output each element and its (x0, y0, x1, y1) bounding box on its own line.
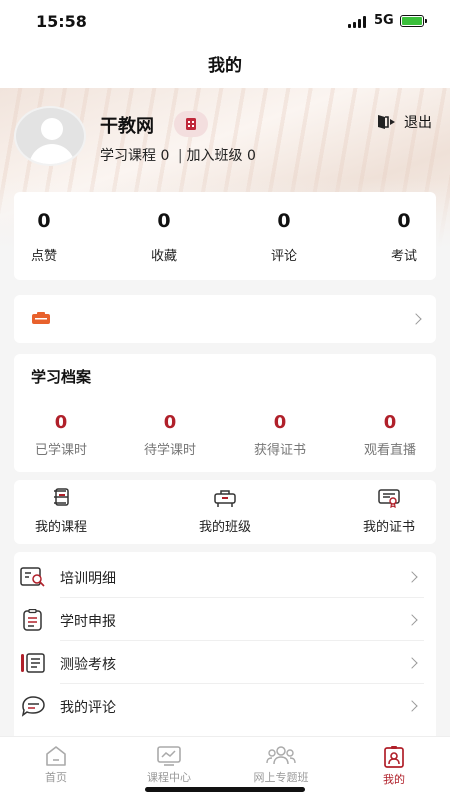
classes-count: 0 (247, 148, 256, 164)
user-summary: 学习课程 0 | 加入班级 0 (100, 148, 256, 164)
battery-icon (400, 15, 427, 27)
chevron-right-icon (406, 657, 418, 669)
stats-card: 0 点赞 0 收藏 0 评论 0 考试 (14, 192, 436, 280)
menu-item-quiz[interactable]: 测验考核 (14, 641, 436, 684)
archive-label: 待学课时 (143, 443, 196, 458)
stat-value: 0 (277, 210, 291, 232)
chevron-right-icon (406, 614, 418, 626)
stat-likes[interactable]: 0 点赞 (14, 192, 114, 280)
network-type: 5G (374, 13, 394, 28)
nav-bar: 我的 (0, 44, 450, 88)
archive-value: 0 (273, 412, 287, 433)
hours-report-icon (23, 609, 42, 631)
page-title: 我的 (208, 56, 242, 76)
tab-mine[interactable]: 我的 (349, 745, 439, 787)
courses-count: 0 (160, 148, 170, 164)
certificate-icon (378, 489, 400, 508)
menu-item-label: 培训明细 (60, 571, 116, 587)
quick-link-my-class[interactable]: 我的班级 (185, 488, 265, 535)
learning-archive-card: 学习档案 0 已学课时 0 待学课时 0 获得证书 0 观看直播 (14, 354, 436, 472)
quick-link-label: 我的证书 (362, 520, 415, 535)
course-icon (54, 488, 69, 506)
logout-label: 退出 (404, 115, 432, 131)
status-time: 15:58 (36, 12, 87, 31)
quick-link-my-certificate[interactable]: 我的证书 (349, 488, 429, 535)
home-indicator (145, 787, 305, 792)
archive-item-pending-hours[interactable]: 0 待学课时 (125, 412, 215, 458)
logout-icon (378, 115, 395, 129)
chevron-right-icon (410, 313, 422, 325)
quick-link-label: 我的课程 (34, 520, 87, 535)
status-bar: 15:58 5G (0, 0, 450, 44)
archive-label: 观看直播 (363, 443, 416, 458)
quick-link-my-courses[interactable]: 我的课程 (21, 488, 101, 535)
archive-value: 0 (383, 412, 397, 433)
courses-label: 学习课程 (100, 148, 156, 164)
menu-item-label: 学时申报 (60, 614, 116, 630)
archive-label: 获得证书 (253, 443, 306, 458)
card-icon (32, 312, 50, 324)
stat-value: 0 (37, 210, 51, 232)
archive-item-live-views[interactable]: 0 观看直播 (345, 412, 435, 458)
menu-list: 培训明细 学时申报 测验考核 我的评论 (14, 552, 436, 742)
menu-item-my-comments[interactable]: 我的评论 (14, 684, 436, 727)
tab-label: 我的 (383, 773, 405, 786)
chevron-right-icon (406, 571, 418, 583)
quick-link-label: 我的班级 (198, 520, 251, 535)
stat-value: 0 (397, 210, 411, 232)
topic-class-icon (266, 746, 296, 765)
quick-links-card: 我的课程 我的班级 我的证书 (14, 480, 436, 544)
stat-exams[interactable]: 0 考试 (374, 192, 450, 280)
stat-value: 0 (157, 210, 171, 232)
archive-item-certificates[interactable]: 0 获得证书 (235, 412, 325, 458)
tab-course-center[interactable]: 课程中心 (124, 745, 214, 785)
home-icon (46, 746, 66, 766)
tab-label: 网上专题班 (253, 771, 309, 784)
org-badge-icon (174, 111, 208, 137)
tab-home[interactable]: 首页 (11, 745, 101, 785)
user-name: 干教网 (100, 116, 154, 137)
profile-icon (384, 746, 404, 768)
screen: 15:58 5G 我的 干教网 学习课程 0 | 加入班级 0 退出 0 点赞 … (0, 0, 450, 800)
class-icon (214, 490, 236, 507)
chevron-right-icon (406, 700, 418, 712)
promo-banner-row[interactable] (14, 295, 436, 343)
tab-label: 首页 (45, 771, 67, 784)
stat-label: 考试 (390, 249, 417, 264)
tab-topic-class[interactable]: 网上专题班 (236, 745, 326, 785)
comment-icon (21, 696, 45, 717)
classes-label: 加入班级 (186, 148, 243, 164)
menu-item-label: 测验考核 (60, 657, 116, 673)
menu-item-hours-report[interactable]: 学时申报 (14, 598, 436, 641)
menu-item-label: 我的评论 (60, 700, 116, 716)
avatar[interactable] (14, 106, 86, 166)
archive-value: 0 (163, 412, 177, 433)
archive-title: 学习档案 (31, 368, 92, 386)
stat-label: 点赞 (30, 249, 57, 264)
tab-label: 课程中心 (147, 771, 191, 784)
course-center-icon (157, 746, 181, 766)
menu-item-training-detail[interactable]: 培训明细 (14, 555, 436, 598)
training-detail-icon (20, 567, 45, 587)
stat-comments[interactable]: 0 评论 (254, 192, 354, 280)
archive-label: 已学课时 (34, 443, 87, 458)
archive-value: 0 (54, 412, 68, 433)
signal-icon (348, 16, 368, 28)
stat-favorites[interactable]: 0 收藏 (134, 192, 234, 280)
stat-label: 评论 (270, 249, 297, 264)
archive-item-learned-hours[interactable]: 0 已学课时 (16, 412, 106, 458)
stat-label: 收藏 (150, 249, 177, 264)
quiz-icon (21, 653, 45, 673)
logout-button[interactable]: 退出 (376, 112, 432, 132)
